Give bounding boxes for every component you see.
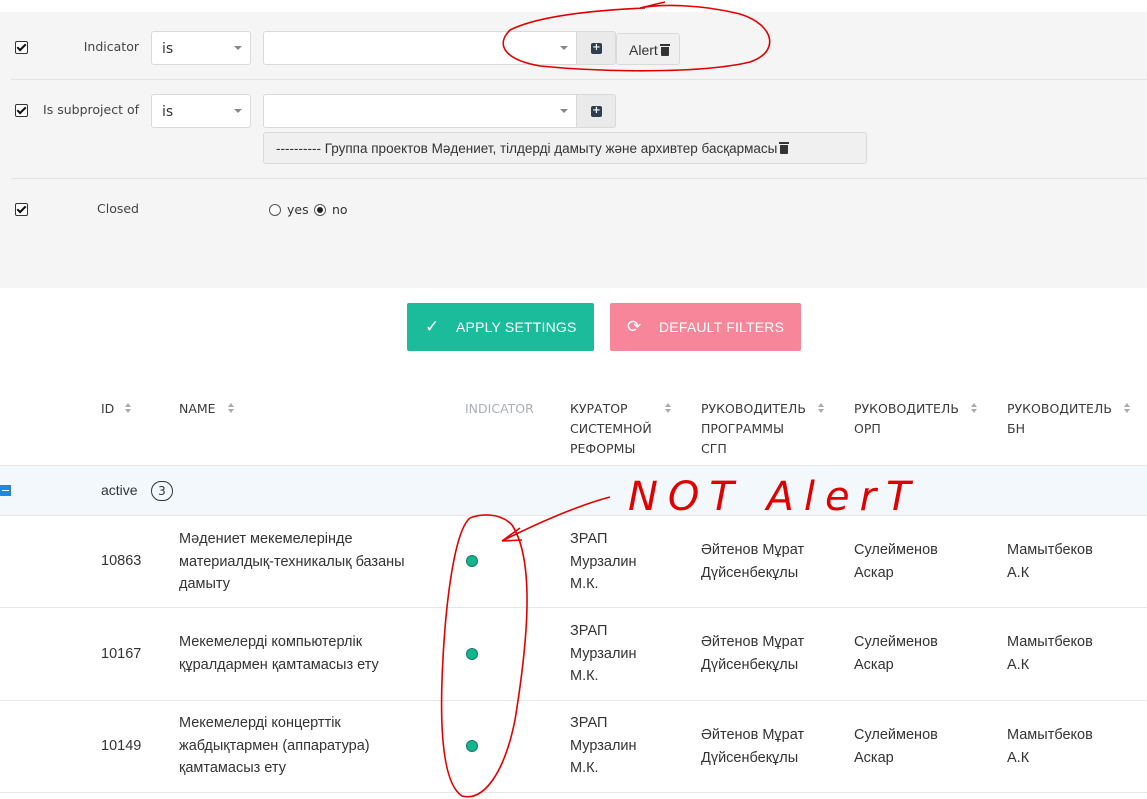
cell-bn: Мамытбеков А.К	[1007, 542, 1093, 581]
filter-row-subproject: Is subproject of is + ---------- Группа …	[11, 79, 1147, 179]
column-header-orp[interactable]: РУКОВОДИТЕЛЬ ОРП	[854, 399, 966, 439]
divider	[0, 607, 1147, 608]
annotation-loop-indicator	[440, 514, 528, 798]
trash-icon[interactable]	[779, 142, 790, 154]
filter-label-subproject: Is subproject of	[43, 102, 139, 117]
cell-sgp: Әйтенов Мұрат Дүйсенбекұлы	[701, 542, 805, 581]
cell-name[interactable]: Мекемелерді концерттік жабдықтармен (апп…	[179, 712, 394, 780]
column-header-id[interactable]: ID	[101, 399, 114, 419]
default-filters-label: DEFAULT FILTERS	[659, 319, 785, 335]
cell-curator: ЗРАП Мурзалин М.К.	[570, 623, 637, 684]
tag-label: ---------- Группа проектов Мәдениет, тіл…	[276, 141, 778, 156]
tag-label: Alert	[629, 42, 658, 58]
group-count-badge: 3	[151, 481, 173, 501]
plus-icon: +	[591, 105, 602, 117]
radio-yes-label: yes	[287, 202, 309, 217]
default-filters-button[interactable]: ⟳ DEFAULT FILTERS	[610, 303, 801, 351]
operator-select-subproject[interactable]: is	[151, 94, 251, 128]
radio-yes[interactable]	[269, 204, 281, 216]
add-value-button[interactable]: +	[576, 31, 616, 65]
filter-checkbox-closed[interactable]	[15, 203, 28, 216]
cell-name[interactable]: Мекемелерді компьютерлік құралдармен қам…	[179, 631, 404, 676]
cell-name[interactable]: Мәдениет мекемелерінде материалдық-техни…	[179, 528, 441, 596]
group-label: active	[101, 482, 138, 498]
column-header-sgp[interactable]: РУКОВОДИТЕЛЬ ПРОГРАММЫ СГП	[701, 399, 813, 459]
radio-no-label: no	[332, 202, 348, 217]
operator-value: is	[162, 104, 174, 120]
trash-icon[interactable]	[659, 44, 670, 56]
cell-curator: ЗРАП Мурзалин М.К.	[570, 715, 637, 776]
divider	[0, 515, 1147, 516]
value-select-subproject[interactable]	[263, 94, 577, 128]
plus-icon: +	[591, 42, 602, 54]
cell-id: 10863	[101, 553, 142, 569]
cell-id: 10149	[101, 738, 142, 754]
filter-label-indicator: Indicator	[83, 39, 139, 54]
column-header-bn[interactable]: РУКОВОДИТЕЛЬ БН	[1007, 399, 1119, 439]
cell-id: 10167	[101, 646, 142, 662]
cell-sgp: Әйтенов Мұрат Дүйсенбекұлы	[701, 634, 805, 673]
filter-checkbox-indicator[interactable]	[15, 41, 28, 54]
filter-tag-group: ---------- Группа проектов Мәдениет, тіл…	[263, 132, 867, 164]
status-indicator-dot	[466, 740, 478, 752]
radio-no[interactable]	[314, 204, 326, 216]
operator-value: is	[162, 41, 174, 57]
filter-row-indicator: Indicator is + Alert	[11, 12, 1147, 80]
chevron-down-icon	[234, 109, 242, 113]
divider	[0, 792, 1147, 793]
status-indicator-dot	[466, 555, 478, 567]
cell-bn: Мамытбеков А.К	[1007, 727, 1093, 766]
cell-sgp: Әйтенов Мұрат Дүйсенбекұлы	[701, 727, 805, 766]
filters-panel: Indicator is + Alert Is subproject of is…	[0, 12, 1147, 288]
cell-orp: Сулейменов Аскар	[854, 727, 938, 766]
operator-select-indicator[interactable]: is	[151, 31, 251, 65]
status-indicator-dot	[466, 648, 478, 660]
value-select-indicator[interactable]	[263, 31, 577, 65]
group-row-active: active 3	[0, 466, 1147, 515]
chevron-down-icon	[234, 46, 242, 50]
apply-settings-button[interactable]: ✓ APPLY SETTINGS	[407, 303, 594, 351]
filter-checkbox-subproject[interactable]	[15, 104, 28, 117]
column-header-indicator: INDICATOR	[465, 401, 534, 416]
chevron-down-icon	[560, 46, 568, 50]
collapse-icon[interactable]	[0, 485, 11, 496]
cell-orp: Сулейменов Аскар	[854, 542, 938, 581]
cell-bn: Мамытбеков А.К	[1007, 634, 1093, 673]
refresh-icon: ⟳	[627, 317, 642, 336]
filter-label-closed: Closed	[97, 201, 139, 216]
cell-curator: ЗРАП Мурзалин М.К.	[570, 531, 637, 592]
filter-tag-alert: Alert	[616, 33, 680, 65]
chevron-down-icon	[560, 109, 568, 113]
apply-settings-label: APPLY SETTINGS	[456, 319, 577, 335]
add-value-button[interactable]: +	[576, 94, 616, 128]
check-icon: ✓	[425, 317, 440, 336]
column-header-name[interactable]: NAME	[179, 399, 216, 419]
divider	[0, 700, 1147, 701]
column-header-curator[interactable]: КУРАТОР СИСТЕМНОЙ РЕФОРМЫ	[570, 399, 665, 459]
cell-orp: Сулейменов Аскар	[854, 634, 938, 673]
filter-row-closed: Closed yes no	[11, 178, 1147, 288]
